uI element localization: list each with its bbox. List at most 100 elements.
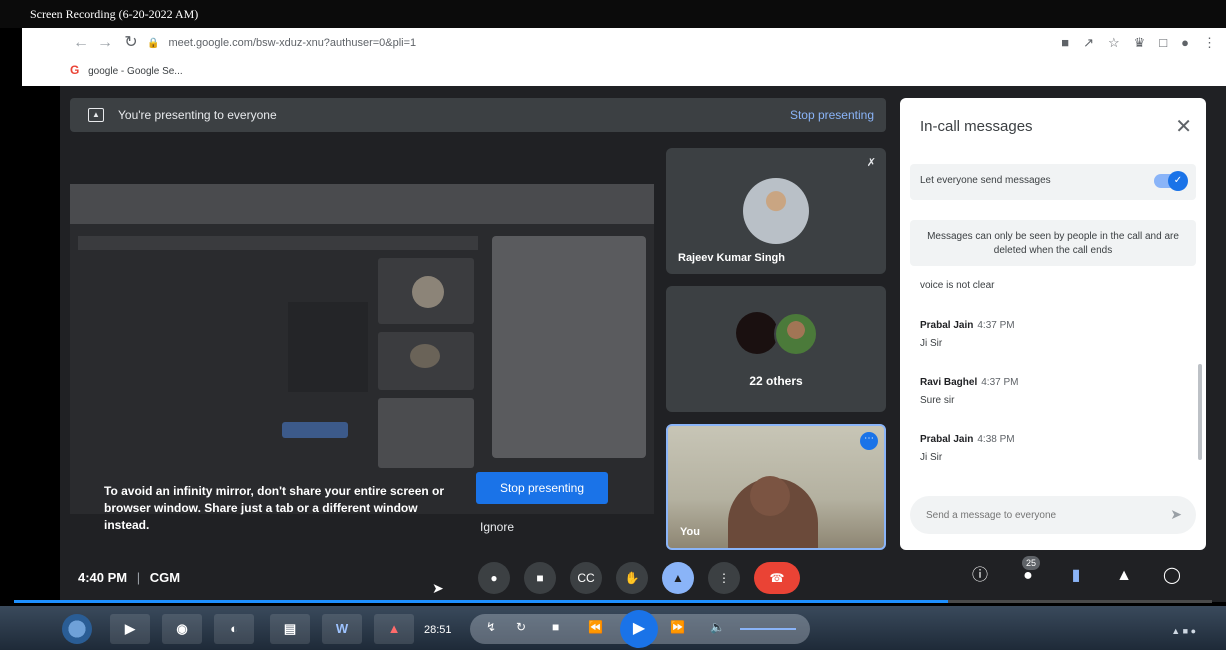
activities-icon[interactable]: ▲: [1112, 562, 1136, 590]
avatar: [774, 312, 818, 356]
message-body: voice is not clear: [920, 280, 995, 291]
chat-scrollbar[interactable]: [1198, 364, 1202, 460]
mirror-avatar: [412, 276, 444, 308]
sidepanel-icon[interactable]: □: [1159, 32, 1167, 54]
people-icon[interactable]: ● 25: [1016, 556, 1040, 590]
edge-icon[interactable]: ◐: [214, 614, 254, 644]
seekbar-progress: [14, 600, 949, 603]
message-time: 4:37 PM: [977, 320, 1015, 331]
start-icon[interactable]: [62, 614, 92, 644]
media-player-icon[interactable]: ▶: [110, 614, 150, 644]
chat-message: Prabal Jain 4:37 PM Ji Sir: [920, 320, 1015, 349]
presenting-text: You're presenting to everyone: [118, 108, 277, 122]
chrome-toolbar-icons: ■ ↗ ☆ ♛ □ ● ⋮: [1061, 32, 1216, 54]
message-sender: Prabal Jain: [920, 320, 974, 331]
panel-title: In-call messages: [920, 118, 1033, 135]
messages-info: Messages can only be seen by people in t…: [910, 220, 1196, 266]
others-count: 22 others: [749, 374, 803, 388]
more-options-icon[interactable]: ⋮: [708, 562, 740, 594]
message-body: Ji Sir: [920, 338, 943, 349]
url-text: meet.google.com/bsw-xduz-xnu?authuser=0&…: [168, 37, 417, 49]
end-call-icon[interactable]: ☎: [754, 562, 800, 594]
mirror-tile: [378, 398, 474, 468]
mirror-button: [282, 422, 348, 438]
present-now-icon[interactable]: ▲: [662, 562, 694, 594]
captions-icon[interactable]: CC: [570, 562, 602, 594]
avatar: [743, 178, 809, 244]
camera-icon[interactable]: ■: [1061, 32, 1069, 54]
message-input[interactable]: [926, 507, 1146, 523]
message-sender: Prabal Jain: [920, 434, 974, 445]
mirror-content: [288, 302, 368, 392]
camera-icon[interactable]: ■: [524, 562, 556, 594]
meeting-time-code: 4:40 PM | CGM: [78, 570, 180, 585]
participant-tile-rajeev[interactable]: ✗ Rajeev Kumar Singh: [666, 148, 886, 274]
meeting-side-icons: ⓘ ● 25 ▮ ▲ ◯: [968, 556, 1184, 590]
stop-presenting-link[interactable]: Stop presenting: [790, 98, 874, 132]
infinity-mirror-warning: To avoid an infinity mirror, don't share…: [104, 484, 445, 532]
send-icon[interactable]: ➤: [1170, 506, 1182, 523]
separator: |: [136, 570, 141, 585]
message-sender: Ravi Baghel: [920, 377, 978, 388]
word-icon[interactable]: W: [322, 614, 362, 644]
stop-presenting-button[interactable]: Stop presenting: [476, 472, 608, 504]
chat-message: voice is not clear: [920, 280, 994, 291]
in-call-messages-panel: In-call messages ✕ Let everyone send mes…: [900, 98, 1206, 550]
ignore-button[interactable]: Ignore: [480, 518, 540, 536]
check-icon: ✓: [1168, 171, 1188, 191]
mic-off-icon: ✗: [866, 157, 876, 169]
current-time: 4:40 PM: [78, 570, 128, 585]
extensions-icon[interactable]: ♛: [1134, 32, 1146, 54]
shared-screen-preview: [70, 184, 654, 514]
shuffle-icon[interactable]: ↯: [486, 620, 496, 634]
repeat-icon[interactable]: ↻: [516, 620, 526, 634]
profile-icon[interactable]: ●: [1181, 32, 1189, 54]
raise-hand-icon[interactable]: ✋: [616, 562, 648, 594]
previous-icon[interactable]: ⏪: [588, 620, 603, 634]
next-icon[interactable]: ⏩: [670, 620, 685, 634]
recording-seekbar[interactable]: [14, 600, 1212, 603]
pdf-icon[interactable]: ▲: [374, 614, 414, 644]
message-time: 4:37 PM: [981, 377, 1019, 388]
participant-tile-others[interactable]: 22 others: [666, 286, 886, 412]
participant-name: You: [680, 526, 700, 538]
close-icon[interactable]: ✕: [1175, 114, 1192, 139]
player-controls: ↯ ↻ ■ ⏪ ▶ ⏩ 🔈: [470, 610, 810, 648]
message-body: Ji Sir: [920, 452, 943, 463]
recording-title: Screen Recording (6-20-2022 AM): [0, 0, 1226, 28]
volume-slider[interactable]: [740, 628, 796, 630]
forward-icon[interactable]: →: [94, 32, 116, 54]
message-input-container: ➤: [910, 496, 1196, 534]
more-options-icon[interactable]: ⋯: [860, 432, 878, 450]
reload-icon[interactable]: ↻: [120, 32, 142, 54]
avatar: [736, 312, 778, 354]
people-count-badge: 25: [1022, 556, 1040, 570]
chat-icon[interactable]: ▮: [1064, 562, 1088, 590]
allow-messages-toggle[interactable]: ✓: [1154, 171, 1188, 191]
back-icon[interactable]: ←: [70, 32, 92, 54]
screen-recording: Screen Recording (6-20-2022 AM) ← → ↻ 🔒 …: [0, 0, 1226, 650]
message-time: 4:38 PM: [977, 434, 1015, 445]
bookmarks-bar: G google - Google Se...: [22, 58, 1226, 82]
menu-icon[interactable]: ⋮: [1203, 32, 1216, 54]
self-head: [750, 476, 790, 516]
host-controls-icon[interactable]: ◯: [1160, 562, 1184, 590]
stop-icon[interactable]: ■: [552, 620, 559, 634]
share-icon[interactable]: ↗: [1083, 32, 1094, 54]
folder-icon[interactable]: ▤: [270, 614, 310, 644]
lock-icon: 🔒: [147, 38, 160, 49]
mirror-banner: [78, 236, 478, 250]
navigation-row: ← → ↻ 🔒 meet.google.com/bsw-xduz-xnu?aut…: [22, 28, 1226, 58]
play-icon[interactable]: ▶: [620, 610, 658, 648]
microphone-icon[interactable]: ●: [478, 562, 510, 594]
meeting-details-icon[interactable]: ⓘ: [968, 562, 992, 590]
meet-stage: ▲ You're presenting to everyone Stop pre…: [60, 86, 1226, 556]
participant-tile-you[interactable]: ⋯ You: [666, 424, 886, 550]
star-icon[interactable]: ☆: [1108, 32, 1120, 54]
address-bar[interactable]: 🔒 meet.google.com/bsw-xduz-xnu?authuser=…: [147, 33, 1027, 53]
elapsed-time: 28:51: [424, 624, 452, 636]
volume-icon[interactable]: 🔈: [710, 620, 725, 634]
meeting-controls-bar: 4:40 PM | CGM ➤ ● ■ CC ✋ ▲ ⋮ ☎ ⓘ ● 25 ▮ ▲…: [60, 556, 1226, 602]
chrome-icon[interactable]: ◉: [162, 614, 202, 644]
bookmark-google-search[interactable]: google - Google Se...: [88, 66, 183, 77]
